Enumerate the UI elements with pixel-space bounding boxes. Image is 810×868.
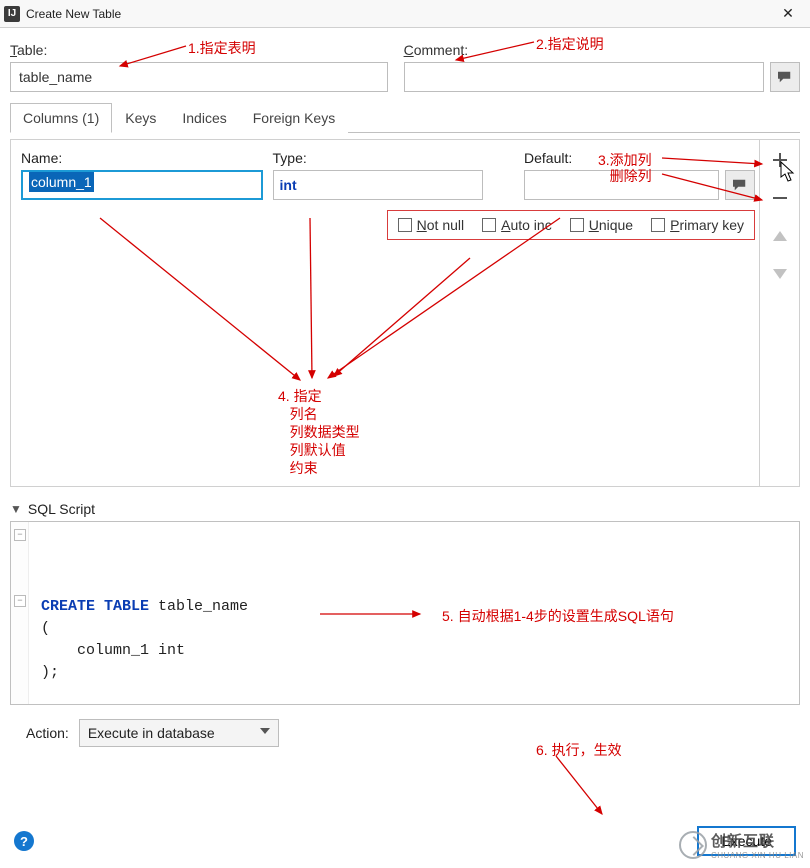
watermark-subtext: CHUANG XIN HU LIAN: [711, 851, 804, 860]
column-type-label: Type:: [273, 150, 515, 166]
move-up-button[interactable]: [766, 222, 794, 250]
action-select-value: Execute in database: [88, 725, 215, 741]
dialog-window: IJ Create New Table ✕ Table: Comment: Co…: [0, 0, 810, 868]
mouse-cursor-icon: [780, 161, 796, 183]
column-default-field: Default:: [524, 150, 755, 200]
column-name-label: Name:: [21, 150, 263, 166]
action-row: Action: Execute in database: [0, 705, 810, 747]
column-default-input[interactable]: [524, 170, 719, 200]
tab-columns[interactable]: Columns (1): [10, 103, 112, 133]
table-name-input[interactable]: [10, 62, 388, 92]
table-label: Table:: [10, 42, 388, 58]
action-select[interactable]: Execute in database: [79, 719, 279, 747]
sql-editor[interactable]: − − CREATE TABLE table_name ( column_1 i…: [10, 521, 800, 705]
default-row: [524, 170, 755, 200]
checkbox-not-null[interactable]: Not null: [398, 217, 464, 233]
triangle-up-icon: [772, 230, 788, 242]
checkbox-unique[interactable]: Unique: [570, 217, 633, 233]
triangle-down-icon: [772, 268, 788, 280]
window-title: Create New Table: [26, 7, 770, 21]
column-editor-inner: Name: column_1 Type: Default:: [11, 140, 799, 486]
chevron-down-icon: [260, 728, 270, 734]
sql-script-header[interactable]: ▼ SQL Script: [10, 497, 800, 521]
app-icon: IJ: [4, 6, 20, 22]
tab-keys[interactable]: Keys: [112, 103, 169, 133]
tab-indices[interactable]: Indices: [169, 103, 239, 133]
remove-column-button[interactable]: [766, 184, 794, 212]
column-default-label: Default:: [524, 150, 755, 166]
column-name-field: Name: column_1: [21, 150, 263, 200]
constraints-group: Not null Auto inc Unique Primary key: [387, 210, 755, 240]
titlebar: IJ Create New Table ✕: [0, 0, 810, 28]
comment-label: Comment:: [404, 42, 800, 58]
comment-row: [404, 62, 800, 92]
comment-field: Comment:: [404, 42, 800, 92]
constraints-wrap: Not null Auto inc Unique Primary key: [21, 210, 755, 240]
tabs: Columns (1) Keys Indices Foreign Keys: [10, 102, 800, 133]
column-editor-panel: Name: column_1 Type: Default:: [10, 139, 800, 487]
default-expand-button[interactable]: [725, 170, 755, 200]
column-type-input[interactable]: [273, 170, 483, 200]
watermark-logo-icon: [679, 831, 707, 859]
comment-input[interactable]: [404, 62, 764, 92]
speech-bubble-icon: [776, 70, 794, 84]
close-button[interactable]: ✕: [770, 0, 806, 28]
minus-icon: [771, 189, 789, 207]
column-type-field: Type:: [273, 150, 515, 200]
speech-bubble-icon: [731, 178, 749, 192]
editor-gutter: − −: [11, 522, 29, 704]
table-field: Table:: [10, 42, 388, 92]
fold-marker-icon[interactable]: −: [14, 595, 26, 607]
help-button[interactable]: ?: [14, 831, 34, 851]
fold-marker-icon[interactable]: −: [14, 529, 26, 541]
column-side-buttons: [759, 140, 799, 486]
sql-script-section: ▼ SQL Script − − CREATE TABLE table_name…: [10, 497, 800, 705]
collapse-triangle-icon: ▼: [10, 502, 22, 516]
move-down-button[interactable]: [766, 260, 794, 288]
checkbox-primary-key[interactable]: Primary key: [651, 217, 744, 233]
tab-foreign-keys[interactable]: Foreign Keys: [240, 103, 348, 133]
sql-content: CREATE TABLE table_name ( column_1 int )…: [41, 596, 789, 684]
top-field-row: Table: Comment:: [0, 28, 810, 98]
column-name-input[interactable]: column_1: [21, 170, 263, 200]
sql-script-label: SQL Script: [28, 501, 95, 517]
checkbox-auto-inc[interactable]: Auto inc: [482, 217, 552, 233]
action-label: Action:: [26, 725, 69, 741]
watermark-text: 创新互联: [711, 830, 804, 851]
comment-expand-button[interactable]: [770, 62, 800, 92]
watermark: 创新互联 CHUANG XIN HU LIAN: [679, 830, 804, 860]
column-grid: Name: column_1 Type: Default:: [21, 150, 755, 200]
